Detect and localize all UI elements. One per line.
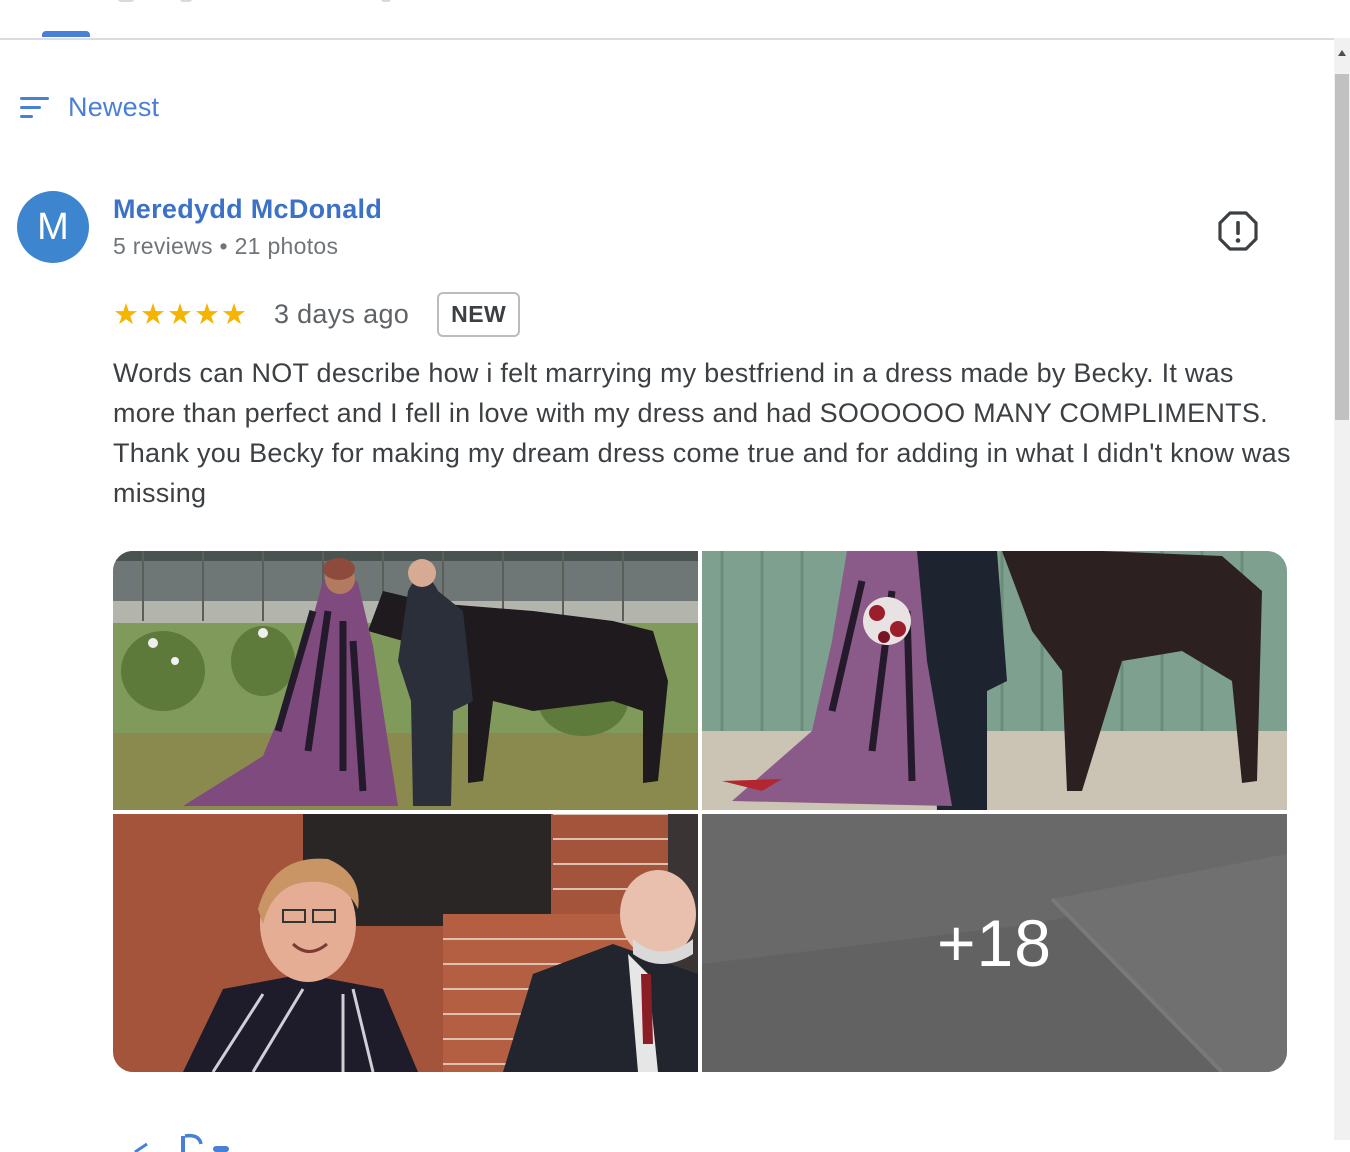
new-badge: NEW: [437, 291, 521, 337]
review-photo-3[interactable]: [113, 814, 698, 1072]
avatar[interactable]: M: [17, 191, 89, 263]
review-text: Words can NOT describe how i felt marryi…: [113, 358, 1291, 508]
more-photos-overlay[interactable]: +18: [702, 814, 1287, 1072]
back-link-fragment[interactable]: [113, 1122, 273, 1152]
rating-row: ★★★★★ 3 days ago NEW: [113, 289, 521, 339]
reviewer-name[interactable]: Meredydd McDonald: [113, 194, 382, 225]
report-exclamation-icon: [1218, 211, 1258, 251]
tab-label-fragment: [180, 0, 192, 2]
reviewer-meta: 5 reviews • 21 photos: [113, 233, 339, 259]
review-photo-1[interactable]: [113, 551, 698, 810]
tab-strip: [0, 0, 1336, 40]
tab-label-fragment: [381, 0, 391, 2]
tab-label-fragment: [118, 0, 134, 2]
report-review-button[interactable]: [1217, 210, 1259, 252]
active-tab-indicator: [42, 31, 90, 37]
sort-button[interactable]: Newest: [20, 88, 159, 126]
review-date: 3 days ago: [274, 298, 410, 329]
review-photo-2[interactable]: [702, 551, 1287, 810]
scrollbar-thumb[interactable]: [1335, 74, 1349, 420]
sort-lines-icon: [20, 96, 50, 118]
more-photos-count: +18: [937, 906, 1052, 980]
scrollbar[interactable]: [1334, 38, 1350, 1140]
scroll-up-arrow-icon[interactable]: [1338, 50, 1346, 56]
review-photos-grid[interactable]: +18: [113, 551, 1287, 1072]
star-rating: ★★★★★: [113, 298, 248, 331]
sort-label: Newest: [68, 91, 160, 122]
review-photo-more[interactable]: +18: [702, 814, 1287, 1072]
